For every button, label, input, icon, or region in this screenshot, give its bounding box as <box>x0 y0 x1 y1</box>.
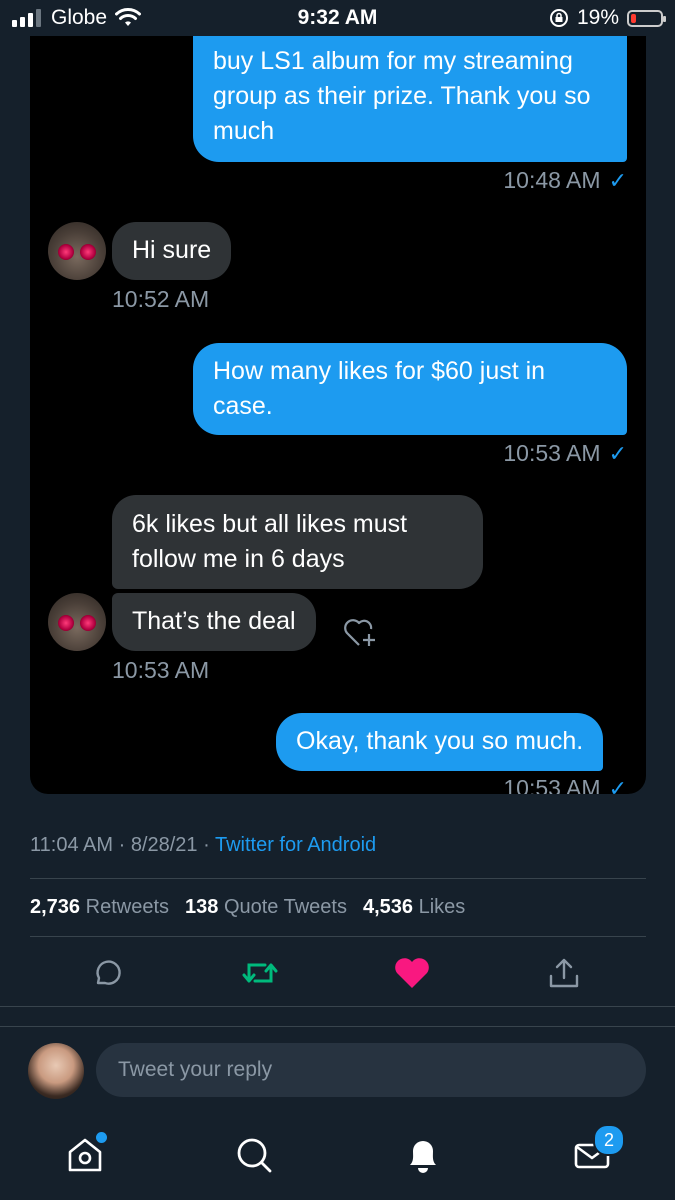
carrier-name: Globe <box>51 6 108 29</box>
tweet-meta: 11:04 AM · 8/28/21 · Twitter for Android <box>30 834 377 856</box>
reply-input[interactable]: Tweet your reply <box>96 1043 646 1097</box>
message-text: How many likes for $60 just in case. <box>213 357 546 420</box>
message-bubble-incoming: That’s the deal <box>112 593 316 651</box>
reply-bar: Tweet your reply <box>0 1030 675 1112</box>
message-timestamp: 10:53 AM ✓ <box>503 440 627 466</box>
message-text: Hi sure <box>132 236 212 264</box>
divider <box>0 1026 675 1027</box>
divider <box>30 936 646 937</box>
like-button[interactable] <box>389 950 435 996</box>
wifi-icon <box>115 8 142 26</box>
message-timestamp: 10:53 AM ✓ <box>503 775 627 794</box>
divider <box>30 878 646 879</box>
message-text: buy LS1 album for my streaming group as … <box>213 47 591 145</box>
tweet-actions <box>0 950 675 996</box>
message-bubble-outgoing: How many likes for $60 just in case. <box>193 343 627 435</box>
status-left: Globe <box>12 6 142 30</box>
tweet-time: 11:04 AM <box>30 834 114 856</box>
message-timestamp: 10:48 AM ✓ <box>503 167 627 193</box>
retweets-stat[interactable]: 2,736 Retweets <box>30 896 169 919</box>
message-bubble-incoming: Hi sure <box>112 222 232 280</box>
sender-avatar[interactable] <box>48 593 106 651</box>
search-icon <box>237 1138 272 1173</box>
read-check-icon: ✓ <box>608 776 627 794</box>
read-check-icon: ✓ <box>608 168 627 193</box>
message-bubble-incoming: 6k likes but all likes must follow me in… <box>112 495 483 589</box>
read-check-icon: ✓ <box>608 441 627 466</box>
reply-placeholder: Tweet your reply <box>118 1058 273 1081</box>
tweet-stats: 2,736 Retweets 138 Quote Tweets 4,536 Li… <box>30 896 465 919</box>
home-unread-dot <box>96 1132 107 1143</box>
retweet-icon <box>242 963 278 983</box>
share-button[interactable] <box>541 950 587 996</box>
divider <box>0 1006 675 1007</box>
bottom-nav: 2 <box>0 1112 675 1200</box>
user-avatar[interactable] <box>28 1043 84 1099</box>
tab-search[interactable] <box>229 1130 279 1180</box>
share-icon <box>549 958 579 988</box>
message-text: Okay, thank you so much. <box>296 727 584 755</box>
reply-icon <box>96 960 121 985</box>
retweet-button[interactable] <box>237 950 283 996</box>
tab-messages[interactable]: 2 <box>567 1124 625 1180</box>
likes-stat[interactable]: 4,536 Likes <box>363 896 465 919</box>
tab-notifications[interactable] <box>398 1130 448 1180</box>
tweet-date: 8/28/21 <box>130 834 198 856</box>
status-bar: Globe 9:32 AM 19% <box>0 0 675 36</box>
tweet-source-link[interactable]: Twitter for Android <box>215 834 376 856</box>
reply-button[interactable] <box>82 950 128 996</box>
quotes-stat[interactable]: 138 Quote Tweets <box>185 896 347 919</box>
signal-icon <box>12 9 41 27</box>
message-text: That’s the deal <box>132 607 296 635</box>
orientation-lock-icon <box>549 9 568 27</box>
tab-home[interactable] <box>60 1130 110 1180</box>
battery-fill <box>631 13 636 23</box>
message-text: 6k likes but all likes must follow me in… <box>132 510 408 573</box>
status-right: 19% <box>549 6 666 30</box>
sender-avatar[interactable] <box>48 222 106 280</box>
message-timestamp: 10:53 AM <box>112 657 210 683</box>
like-icon <box>395 958 429 988</box>
chat-screenshot: buy LS1 album for my streaming group as … <box>30 0 646 794</box>
notifications-icon <box>410 1141 436 1173</box>
battery-percent: 19% <box>576 6 619 29</box>
battery-icon <box>627 9 666 27</box>
message-timestamp: 10:52 AM <box>112 286 210 312</box>
message-bubble-outgoing: Okay, thank you so much. <box>276 713 604 771</box>
heart-plus-icon[interactable] <box>343 615 379 649</box>
messages-badge: 2 <box>593 1124 625 1156</box>
